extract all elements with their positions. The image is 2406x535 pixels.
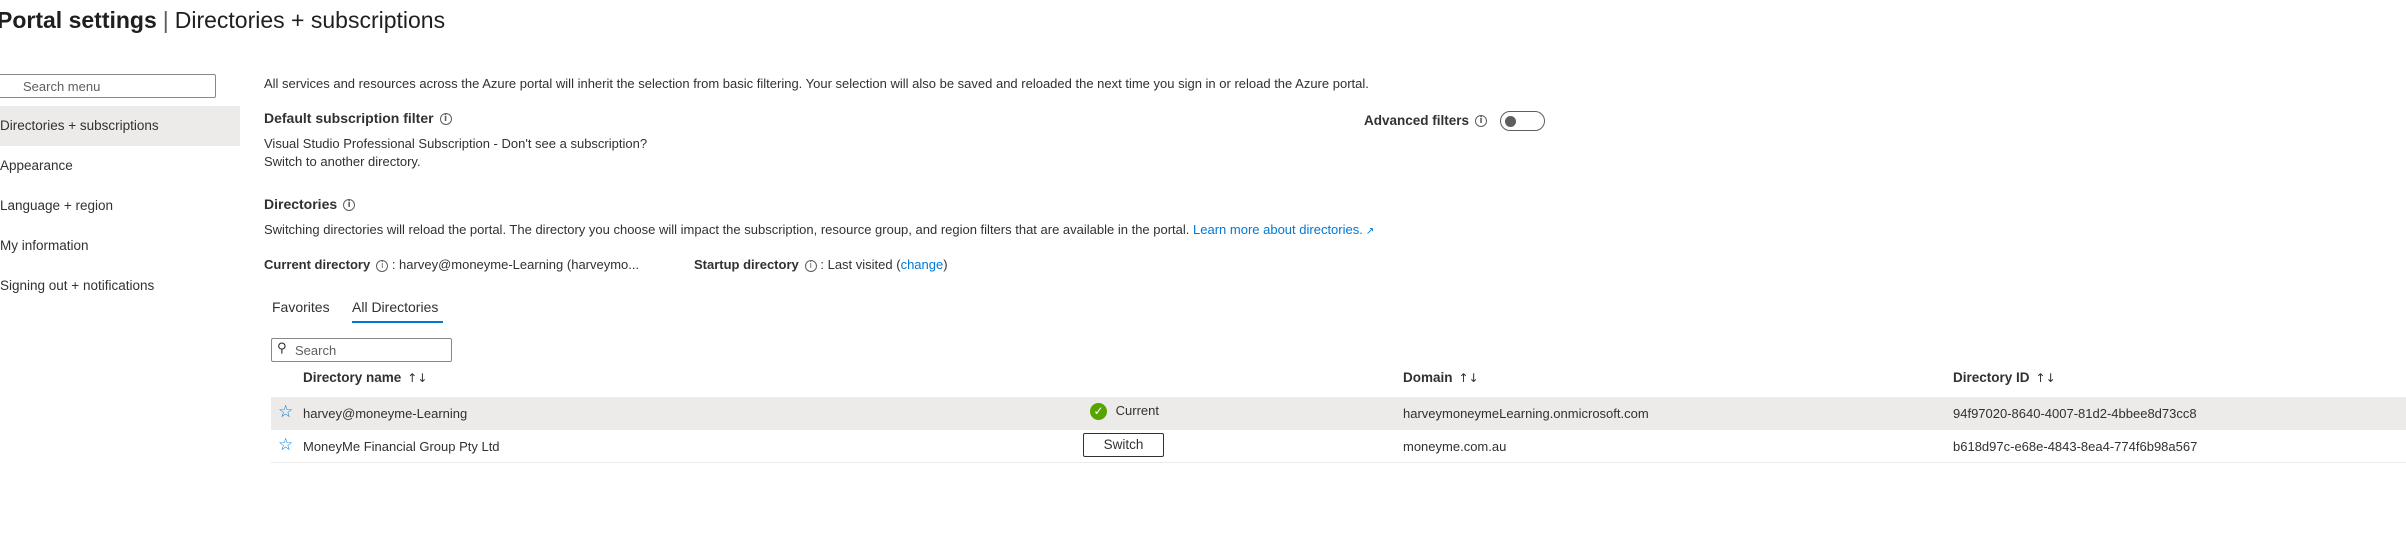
sidebar-item-appearance[interactable]: Appearance bbox=[0, 146, 240, 186]
default-filter-heading: Default subscription filter i bbox=[264, 110, 452, 126]
change-link[interactable]: change bbox=[901, 257, 944, 272]
sidebar-item-label: Directories + subscriptions bbox=[0, 118, 159, 133]
page-title: Portal settings | Directories + subscripti… bbox=[0, 7, 445, 34]
directories-description: Switching directories will reload the po… bbox=[264, 222, 1374, 237]
sidebar-item-label: Language + region bbox=[0, 198, 113, 213]
startup-directory: Startup directory i : Last visited (chang… bbox=[694, 257, 948, 272]
advanced-filters-label: Advanced filters i bbox=[1364, 113, 1488, 128]
info-icon[interactable]: i bbox=[804, 259, 817, 272]
sidebar-item-my-information[interactable]: My information bbox=[0, 226, 240, 266]
external-link-icon[interactable]: ↗ bbox=[1366, 226, 1374, 237]
sort-icon[interactable]: ↑↓ bbox=[2036, 371, 2056, 385]
startup-directory-value: : Last visited ( bbox=[820, 257, 901, 272]
advanced-filters-toggle[interactable] bbox=[1500, 111, 1545, 131]
sort-icon[interactable]: ↑↓ bbox=[1459, 371, 1479, 385]
search-icon: ⚲ bbox=[277, 341, 287, 356]
current-directory-value: : harvey@moneyme-Learning (harveymo... bbox=[391, 257, 640, 272]
row-status: ✓ Current bbox=[1090, 403, 1159, 421]
learn-more-link[interactable]: Learn more about directories. bbox=[1193, 222, 1363, 237]
current-directory-label: Current directory bbox=[264, 257, 371, 272]
startup-directory-label: Startup directory bbox=[694, 257, 799, 272]
row-domain: harveymoneymeLearning.onmicrosoft.com bbox=[1403, 406, 1649, 421]
default-filter-line2: Switch to another directory. bbox=[264, 154, 421, 169]
favorite-star-icon[interactable]: ☆ bbox=[278, 435, 293, 455]
sort-icon[interactable]: ↑↓ bbox=[407, 371, 427, 385]
column-header-label: Directory name bbox=[303, 370, 402, 385]
directories-description-text: Switching directories will reload the po… bbox=[264, 222, 1190, 237]
page-title-main: Portal settings bbox=[0, 7, 157, 33]
intro-text: All services and resources across the Az… bbox=[264, 76, 1369, 91]
startup-close-paren: ) bbox=[943, 257, 948, 272]
sidebar-item-label: Signing out + notifications bbox=[0, 278, 155, 293]
active-tab-indicator bbox=[352, 321, 443, 323]
directories-heading: Directories i bbox=[264, 196, 356, 212]
search-menu-input[interactable] bbox=[0, 74, 216, 98]
directory-search-input[interactable] bbox=[271, 338, 452, 362]
row-directory-name: harvey@moneyme-Learning bbox=[303, 406, 468, 421]
favorite-star-icon[interactable]: ☆ bbox=[278, 402, 293, 422]
checkmark-icon: ✓ bbox=[1090, 403, 1107, 421]
default-filter-title: Default subscription filter bbox=[264, 110, 434, 126]
sidebar-item-language-region[interactable]: Language + region bbox=[0, 186, 240, 226]
column-header-directory-id[interactable]: Directory ID ↑↓ bbox=[1953, 370, 2056, 385]
sidebar-item-label: My information bbox=[0, 238, 89, 253]
row-domain: moneyme.com.au bbox=[1403, 439, 1507, 454]
sidebar-item-label: Appearance bbox=[0, 158, 73, 173]
column-header-directory-name[interactable]: Directory name ↑↓ bbox=[303, 370, 427, 385]
toggle-knob bbox=[1505, 116, 1516, 127]
sidebar-item-directories-subscriptions[interactable]: Directories + subscriptions bbox=[0, 106, 240, 146]
row-status-label: Current bbox=[1115, 403, 1159, 418]
directories-title: Directories bbox=[264, 196, 338, 212]
column-header-domain[interactable]: Domain ↑↓ bbox=[1403, 370, 1479, 385]
row-directory-name: MoneyMe Financial Group Pty Ltd bbox=[303, 439, 500, 454]
info-icon[interactable]: i bbox=[343, 199, 356, 212]
info-icon[interactable]: i bbox=[376, 259, 389, 272]
advanced-filters-title: Advanced filters bbox=[1364, 113, 1470, 128]
column-header-label: Domain bbox=[1403, 370, 1453, 385]
title-separator: | bbox=[162, 7, 169, 33]
column-header-label: Directory ID bbox=[1953, 370, 2030, 385]
page-subtitle: Directories + subscriptions bbox=[174, 7, 446, 33]
sidebar-item-signing-out-notifications[interactable]: Signing out + notifications bbox=[0, 266, 240, 306]
row-directory-id: b618d97c-e68e-4843-8ea4-774f6b98a567 bbox=[1953, 439, 2198, 454]
info-icon[interactable]: i bbox=[439, 113, 452, 126]
info-icon[interactable]: i bbox=[1475, 115, 1488, 128]
row-directory-id: 94f97020-8640-4007-81d2-4bbee8d73cc8 bbox=[1953, 406, 2197, 421]
tab-all-directories[interactable]: All Directories bbox=[352, 299, 438, 315]
default-filter-line1: Visual Studio Professional Subscription … bbox=[264, 136, 648, 151]
current-directory: Current directory i : harvey@moneyme-Lear… bbox=[264, 257, 639, 272]
tab-favorites[interactable]: Favorites bbox=[272, 299, 330, 315]
switch-directory-button[interactable]: Switch bbox=[1083, 433, 1164, 457]
